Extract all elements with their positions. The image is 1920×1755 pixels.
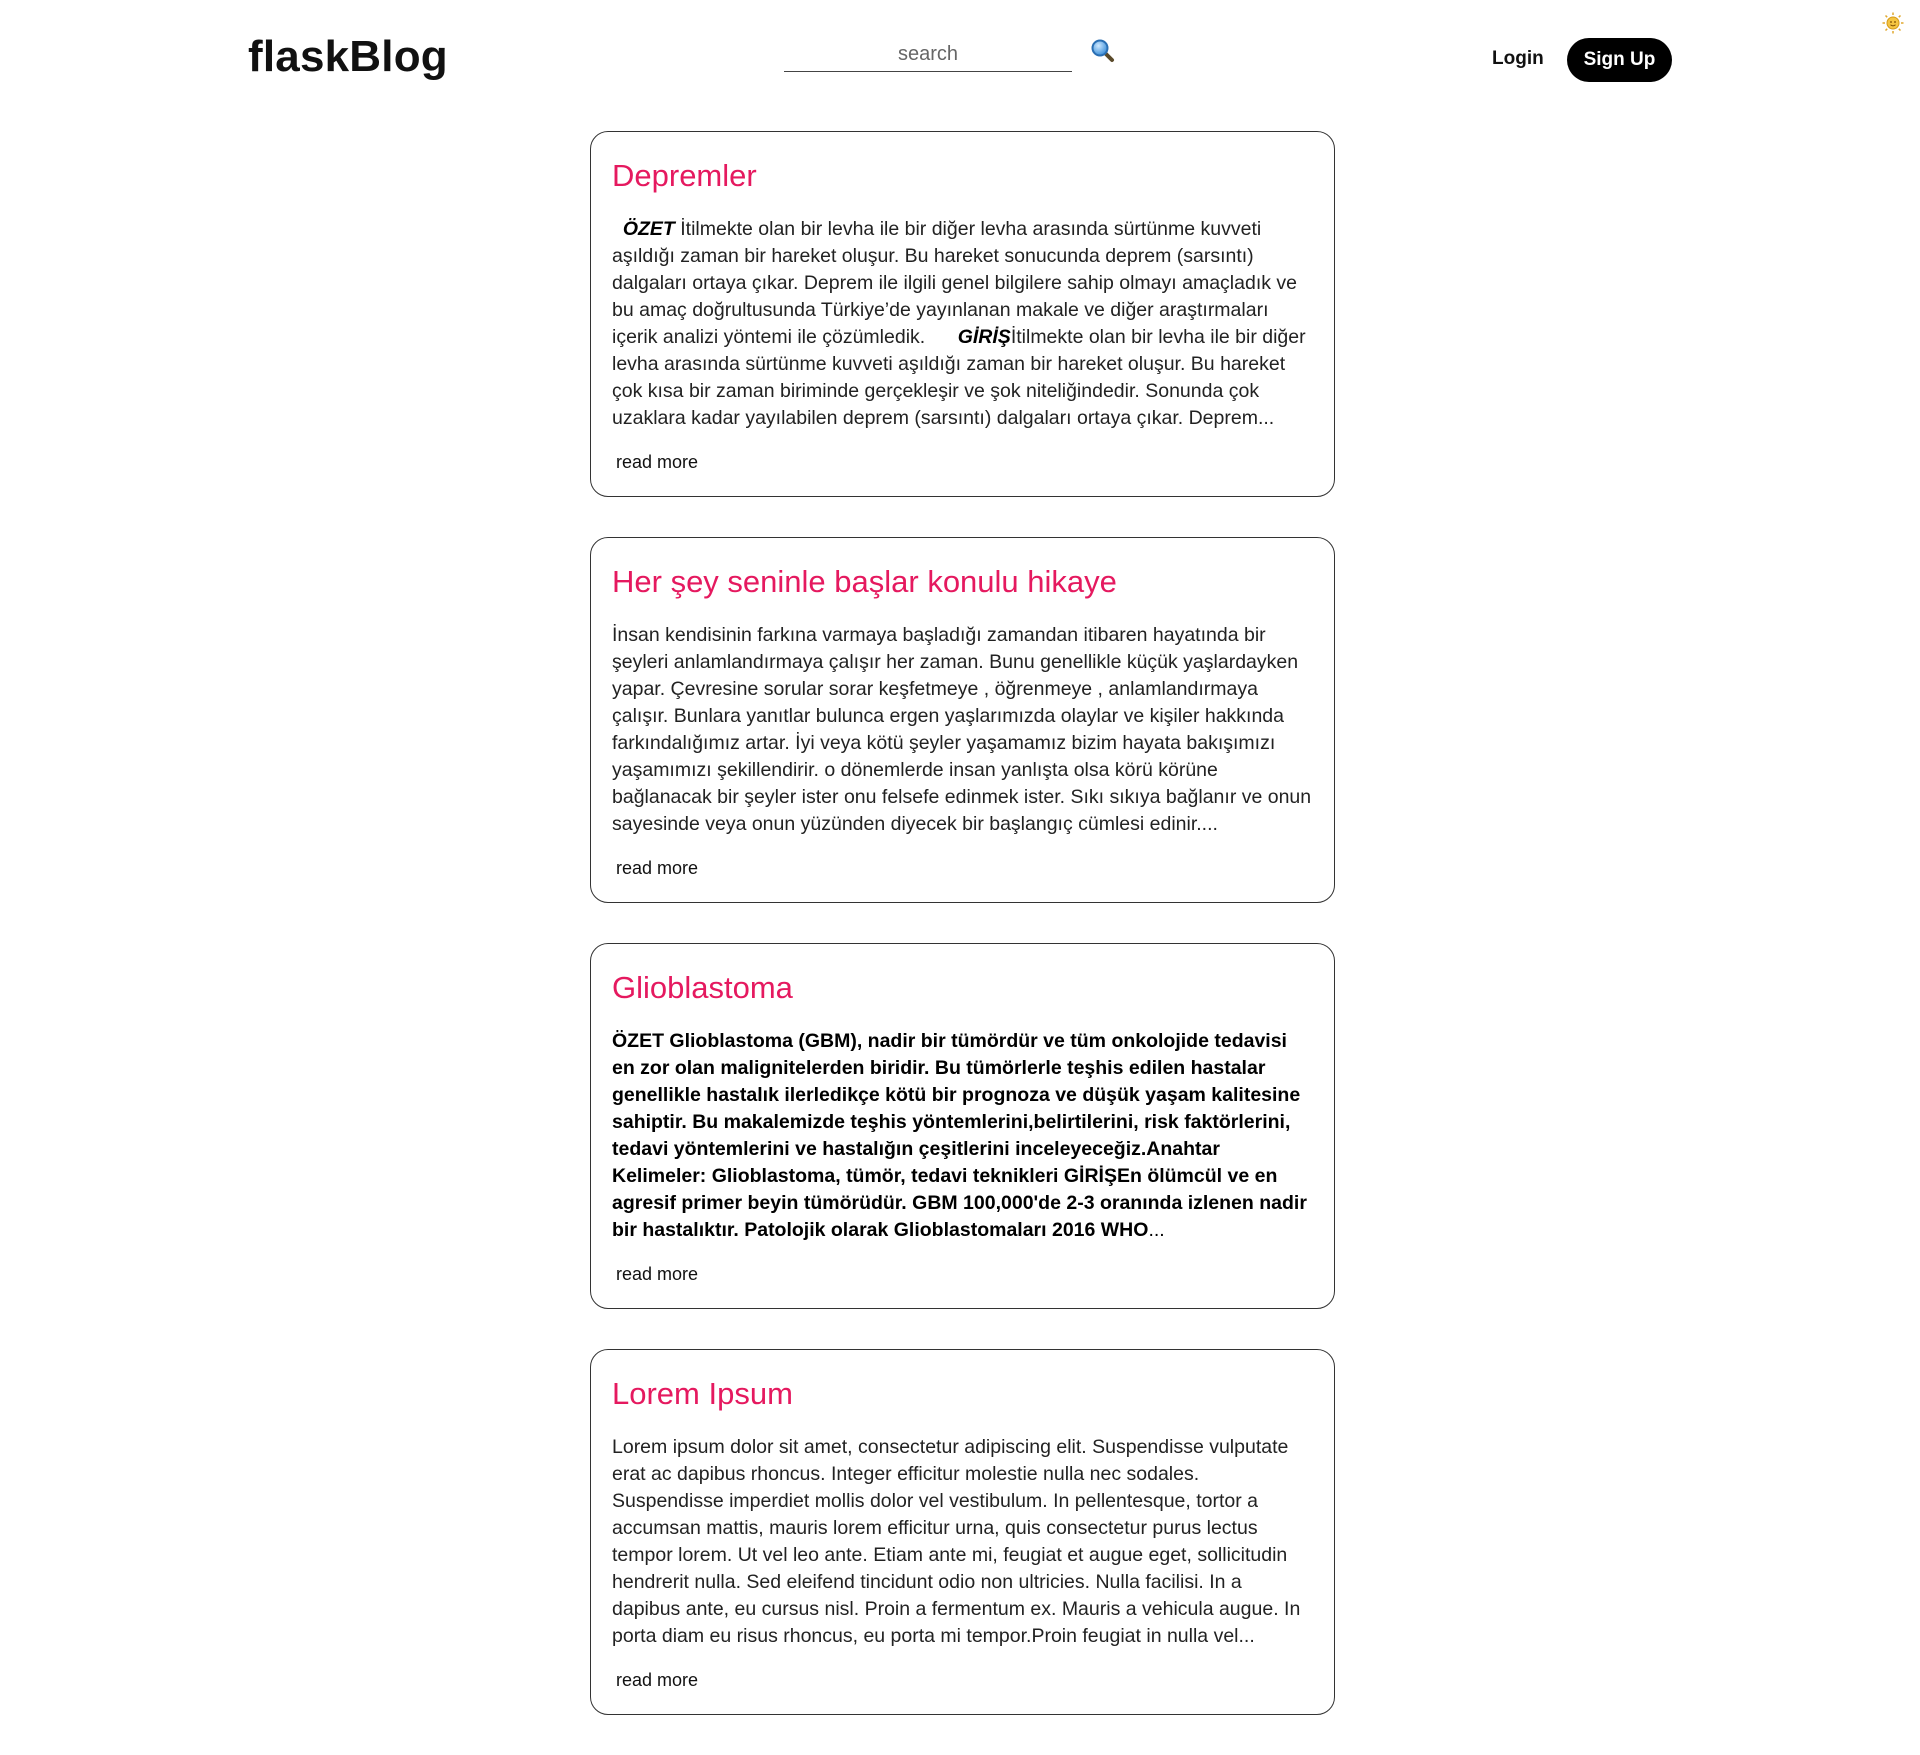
post-card: Her şey seninle başlar konulu hikaye İnsa…: [590, 537, 1335, 903]
post-title[interactable]: Depremler: [612, 156, 1314, 196]
navbar: flaskBlog Login Sign Up: [0, 0, 1920, 120]
post-title[interactable]: Her şey seninle başlar konulu hikaye: [612, 562, 1314, 602]
magnifier-icon: [1091, 39, 1114, 62]
search-input[interactable]: [784, 38, 1072, 71]
excerpt-segment: İnsan kendisinin farkına varmaya başladı…: [612, 624, 1312, 835]
search-field[interactable]: [784, 38, 1072, 72]
read-more-link[interactable]: read more: [616, 1264, 698, 1285]
post-card: Glioblastoma ÖZET Glioblastoma (GBM), nad…: [590, 943, 1335, 1309]
post-title[interactable]: Glioblastoma: [612, 968, 1314, 1008]
post-card: Lorem Ipsum Lorem ipsum dolor sit amet, c…: [590, 1349, 1335, 1715]
post-list: Depremler ÖZET İtilmekte olan bir levha …: [590, 131, 1335, 1755]
post-excerpt: Lorem ipsum dolor sit amet, consectetur …: [612, 1434, 1314, 1650]
excerpt-segment: ÖZET Glioblastoma (GBM), nadir bir tümör…: [612, 1030, 1307, 1241]
excerpt-segment: Lorem ipsum dolor sit amet, consectetur …: [612, 1436, 1306, 1647]
post-title[interactable]: Lorem Ipsum: [612, 1374, 1314, 1414]
signup-button[interactable]: Sign Up: [1567, 38, 1672, 82]
post-excerpt: ÖZET Glioblastoma (GBM), nadir bir tümör…: [612, 1028, 1314, 1244]
post-excerpt: İnsan kendisinin farkına varmaya başladı…: [612, 622, 1314, 838]
login-link[interactable]: Login: [1492, 48, 1544, 70]
read-more-link[interactable]: read more: [616, 452, 698, 473]
read-more-link[interactable]: read more: [616, 1670, 698, 1691]
excerpt-segment: [612, 218, 623, 240]
read-more-link[interactable]: read more: [616, 858, 698, 879]
excerpt-segment: GİRİŞ: [957, 326, 1011, 348]
excerpt-segment: ...: [1148, 1219, 1165, 1241]
search-button[interactable]: [1090, 38, 1116, 64]
post-excerpt: ÖZET İtilmekte olan bir levha ile bir di…: [612, 216, 1314, 432]
post-card: Depremler ÖZET İtilmekte olan bir levha …: [590, 131, 1335, 497]
excerpt-segment: ÖZET: [622, 218, 675, 240]
brand-logo[interactable]: flaskBlog: [248, 32, 448, 82]
